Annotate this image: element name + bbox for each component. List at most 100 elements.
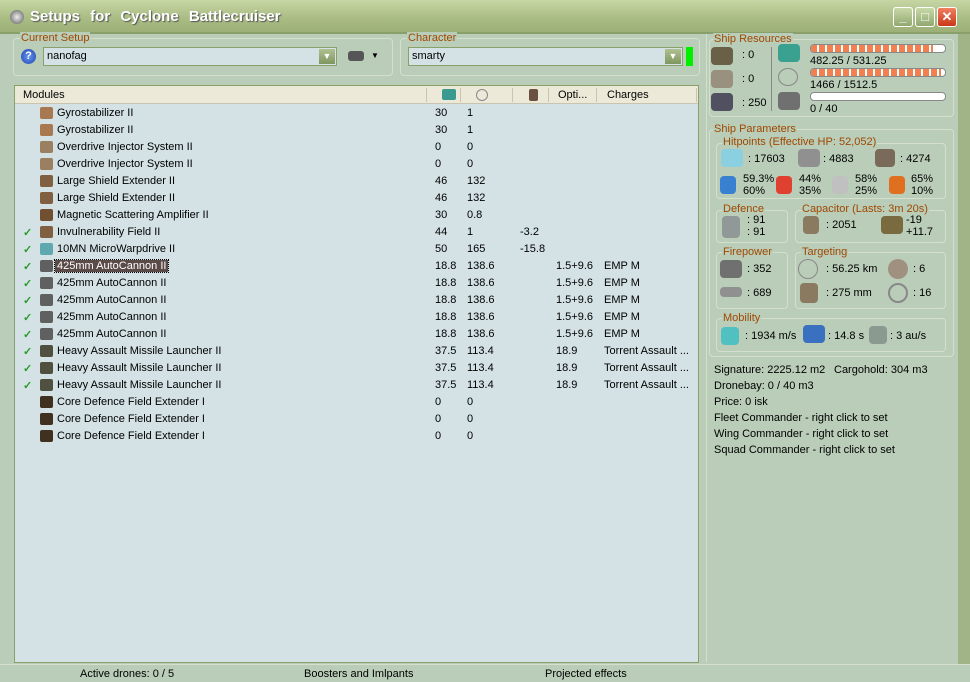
squad-commander[interactable]: Squad Commander - right click to set — [714, 444, 895, 456]
boosters-implants-tab[interactable]: Boosters and Imlpants — [304, 668, 413, 680]
active-check-icon[interactable]: ✓ — [23, 379, 32, 392]
capacitor-rates: -19 +11.7 — [906, 214, 934, 238]
module-row[interactable]: ✓ 425mm AutoCannon II 18.8 138.6 1.5+9.6 EMP … — [15, 309, 698, 326]
module-row[interactable]: Core Defence Field Extender I 0 0 — [15, 411, 698, 428]
em-resist: 59.3% 60% — [743, 173, 775, 197]
header-charges[interactable]: Charges — [607, 89, 649, 101]
dropdown-arrow-icon[interactable]: ▼ — [371, 51, 379, 60]
module-icon — [40, 311, 53, 323]
module-optimal: 18.9 — [556, 362, 578, 374]
module-cpu: 18.8 — [435, 260, 457, 272]
module-row[interactable]: Magnetic Scattering Amplifier II 30 0.8 — [15, 207, 698, 224]
module-row[interactable]: ✓ Heavy Assault Missile Launcher II 37.5 11… — [15, 343, 698, 360]
module-icon — [40, 141, 53, 153]
turret-hardpoint-icon — [711, 47, 733, 65]
module-row[interactable]: Gyrostabilizer II 30 1 — [15, 105, 698, 122]
active-check-icon[interactable]: ✓ — [23, 277, 32, 290]
module-row[interactable]: ✓ Heavy Assault Missile Launcher II 37.5 11… — [15, 377, 698, 394]
module-icon — [40, 345, 53, 357]
module-powergrid: 0 — [467, 413, 474, 425]
module-icon — [40, 362, 53, 374]
module-name: Heavy Assault Missile Launcher II — [57, 379, 222, 391]
armor-icon — [798, 149, 820, 167]
setup-select[interactable]: nanofag ▼ — [43, 47, 337, 66]
module-row[interactable]: ✓ Heavy Assault Missile Launcher II 37.5 11… — [15, 360, 698, 377]
module-charge: Torrent Assault ... — [604, 362, 689, 374]
module-cpu: 18.8 — [435, 311, 457, 323]
chevron-down-icon[interactable]: ▼ — [319, 49, 335, 64]
module-row[interactable]: Core Defence Field Extender I 0 0 — [15, 428, 698, 445]
module-optimal: 1.5+9.6 — [556, 294, 594, 306]
wing-commander[interactable]: Wing Commander - right click to set — [714, 428, 888, 440]
cargohold: Cargohold: 304 m3 — [834, 364, 928, 376]
module-row[interactable]: Core Defence Field Extender I 0 0 — [15, 394, 698, 411]
max-velocity: : 1934 m/s — [745, 330, 797, 342]
module-row[interactable]: Large Shield Extender II 46 132 — [15, 190, 698, 207]
shield-hp: : 17603 — [748, 153, 785, 165]
module-optimal: 1.5+9.6 — [556, 277, 594, 289]
chevron-down-icon[interactable]: ▼ — [665, 49, 681, 64]
module-row[interactable]: ✓ 425mm AutoCannon II 18.8 138.6 1.5+9.6 EMP … — [15, 258, 698, 275]
active-check-icon[interactable]: ✓ — [23, 328, 32, 341]
help-icon[interactable]: ? — [21, 49, 36, 64]
module-row[interactable]: ✓ 425mm AutoCannon II 18.8 138.6 1.5+9.6 EMP … — [15, 326, 698, 343]
turret-slots: : 0 — [742, 49, 755, 61]
close-button[interactable]: ✕ — [937, 7, 957, 27]
module-name: Overdrive Injector System II — [57, 158, 193, 170]
module-row[interactable]: ✓ Invulnerability Field II 44 1 -3.2 — [15, 224, 698, 241]
module-name: Heavy Assault Missile Launcher II — [57, 345, 222, 357]
module-charge: EMP M — [604, 294, 640, 306]
module-powergrid: 138.6 — [467, 311, 495, 323]
module-powergrid: 1 — [467, 107, 474, 119]
header-optimal[interactable]: Opti... — [558, 89, 587, 101]
scan-resolution: : 275 mm — [826, 287, 872, 299]
active-check-icon[interactable]: ✓ — [23, 294, 32, 307]
module-icon — [40, 430, 53, 442]
module-row[interactable]: Overdrive Injector System II 0 0 — [15, 156, 698, 173]
module-row[interactable]: ✓ 10MN MicroWarpdrive II 50 165 -15.8 — [15, 241, 698, 258]
module-name: Heavy Assault Missile Launcher II — [57, 362, 222, 374]
projected-effects-tab[interactable]: Projected effects — [545, 668, 627, 680]
active-drones-tab[interactable]: Active drones: 0 / 5 — [80, 668, 174, 680]
module-row[interactable]: Large Shield Extender II 46 132 — [15, 173, 698, 190]
module-name: 425mm AutoCannon II — [57, 328, 167, 340]
active-check-icon[interactable]: ✓ — [23, 311, 32, 324]
module-name: Large Shield Extender II — [57, 175, 176, 187]
module-optimal: 18.9 — [556, 345, 578, 357]
active-check-icon[interactable]: ✓ — [23, 243, 32, 256]
active-check-icon[interactable]: ✓ — [23, 345, 32, 358]
module-powergrid: 113.4 — [467, 362, 494, 374]
maximize-button[interactable]: □ — [915, 7, 935, 27]
close-icon: ✕ — [941, 9, 953, 24]
module-name: 425mm AutoCannon II — [53, 259, 170, 273]
module-cpu: 0 — [435, 141, 442, 153]
minimize-button[interactable]: _ — [893, 7, 913, 27]
kinetic-resist: 58% 25% — [855, 173, 878, 197]
module-row[interactable]: Overdrive Injector System II 0 0 — [15, 139, 698, 156]
module-row[interactable]: ✓ 425mm AutoCannon II 18.8 138.6 1.5+9.6 EMP … — [15, 275, 698, 292]
launcher-hardpoint-icon — [711, 70, 733, 88]
modules-list[interactable]: Modules Opti... Charges Gyrostabilizer I… — [14, 85, 699, 663]
active-check-icon[interactable]: ✓ — [23, 260, 32, 273]
active-check-icon[interactable]: ✓ — [23, 226, 32, 239]
active-check-icon[interactable]: ✓ — [23, 362, 32, 375]
max-targets-icon — [888, 259, 908, 279]
module-powergrid: 1 — [467, 124, 474, 136]
capacitor-icon[interactable] — [529, 89, 538, 101]
character-select[interactable]: smarty ▼ — [408, 47, 683, 66]
module-cpu: 30 — [435, 209, 448, 221]
cpu-icon[interactable] — [442, 89, 456, 100]
mobility-label: Mobility — [722, 312, 762, 324]
module-row[interactable]: Gyrostabilizer II 30 1 — [15, 122, 698, 139]
header-modules[interactable]: Modules — [23, 89, 65, 101]
max-targets: : 6 — [913, 263, 926, 275]
module-name: 425mm AutoCannon II — [57, 294, 167, 306]
ship-menu-icon[interactable] — [348, 51, 364, 61]
module-cpu: 0 — [435, 158, 442, 170]
hull-icon — [875, 149, 895, 167]
powergrid-icon[interactable] — [476, 89, 488, 101]
module-powergrid: 113.4 — [467, 345, 494, 357]
fleet-commander[interactable]: Fleet Commander - right click to set — [714, 412, 888, 424]
module-icon — [40, 175, 53, 187]
module-row[interactable]: ✓ 425mm AutoCannon II 18.8 138.6 1.5+9.6 EMP … — [15, 292, 698, 309]
